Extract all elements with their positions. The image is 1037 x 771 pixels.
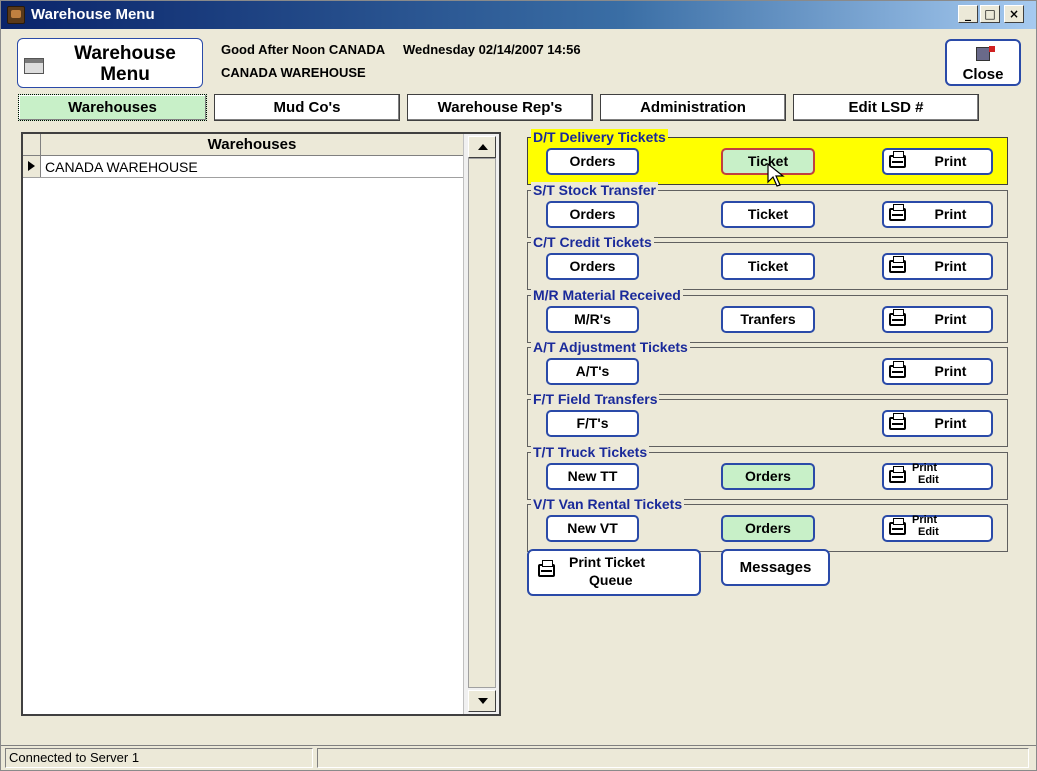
tab-warehouse-reps[interactable]: Warehouse Rep's	[407, 94, 593, 121]
tt-orders-button[interactable]: Orders	[721, 463, 815, 490]
mr-list-button[interactable]: M/R's	[546, 306, 639, 333]
printer-icon	[889, 204, 906, 221]
group-adjustment-tickets: A/T Adjustment Tickets A/T's Print	[527, 339, 1008, 395]
printer-icon	[889, 466, 906, 483]
printer-icon	[889, 256, 906, 273]
dt-orders-button[interactable]: Orders	[546, 148, 639, 175]
scroll-thumb[interactable]	[468, 158, 496, 688]
header-title-line1: Warehouse	[74, 43, 176, 64]
printer-icon	[889, 413, 906, 430]
group-title: A/T Adjustment Tickets	[531, 339, 690, 355]
minimize-button[interactable]: _	[958, 5, 978, 23]
st-ticket-button[interactable]: Ticket	[721, 201, 815, 228]
cell-warehouse-name[interactable]: CANADA WAREHOUSE	[45, 159, 198, 175]
mouse-cursor-icon	[767, 163, 785, 187]
group-title: T/T Truck Tickets	[531, 444, 650, 460]
tab-administration[interactable]: Administration	[600, 94, 786, 121]
printer-icon	[538, 560, 555, 577]
vt-new-button[interactable]: New VT	[546, 515, 639, 542]
status-pane-empty	[317, 748, 1029, 768]
st-orders-button[interactable]: Orders	[546, 201, 639, 228]
mr-transfers-button[interactable]: Tranfers	[721, 306, 815, 333]
tt-new-button[interactable]: New TT	[546, 463, 639, 490]
app-icon	[7, 6, 25, 24]
ft-list-button[interactable]: F/T's	[546, 410, 639, 437]
group-title: F/T Field Transfers	[531, 391, 660, 407]
status-bar: Connected to Server 1	[1, 745, 1036, 770]
printer-icon	[889, 361, 906, 378]
group-credit-tickets: C/T Credit Tickets Orders Ticket Print	[527, 234, 1008, 290]
group-title: D/T Delivery Tickets	[531, 129, 668, 145]
group-title: C/T Credit Tickets	[531, 234, 654, 250]
status-connection-text: Connected to Server 1	[5, 748, 313, 768]
scroll-up-button[interactable]	[468, 136, 496, 158]
tab-mud-cos[interactable]: Mud Co's	[214, 94, 400, 121]
warehouse-menu-header-box: Warehouse Menu	[17, 38, 203, 88]
ct-ticket-button[interactable]: Ticket	[721, 253, 815, 280]
group-title: S/T Stock Transfer	[531, 182, 658, 198]
print-ticket-queue-button[interactable]: Print Ticket Queue	[527, 549, 701, 596]
warehouses-grid[interactable]: Warehouses CANADA WAREHOUSE	[21, 132, 501, 716]
warehouse-menu-window: Warehouse Menu _ □ × Warehouse Menu Good…	[0, 0, 1037, 771]
group-truck-tickets: T/T Truck Tickets New TT Orders Print Ed…	[527, 444, 1008, 500]
row-selector-arrow-icon	[23, 156, 41, 177]
ct-orders-button[interactable]: Orders	[546, 253, 639, 280]
group-field-transfers: F/T Field Transfers F/T's Print	[527, 391, 1008, 447]
grid-header: Warehouses	[23, 134, 463, 156]
tab-edit-lsd[interactable]: Edit LSD #	[793, 94, 979, 121]
printer-icon	[889, 309, 906, 326]
scroll-down-button[interactable]	[468, 690, 496, 712]
date-time: Wednesday 02/14/2007 14:56	[403, 42, 581, 57]
close-button[interactable]: Close	[945, 39, 1021, 86]
group-van-rental-tickets: V/T Van Rental Tickets New VT Orders Pri…	[527, 496, 1008, 552]
exit-door-icon	[976, 46, 995, 61]
title-bar[interactable]: Warehouse Menu _ □ ×	[1, 1, 1036, 29]
greeting-text: Good After Noon CANADA	[221, 42, 386, 57]
st-print-button[interactable]: Print	[882, 201, 993, 228]
mr-print-button[interactable]: Print	[882, 306, 993, 333]
tab-warehouses[interactable]: Warehouses	[18, 94, 207, 121]
table-row[interactable]: CANADA WAREHOUSE	[23, 156, 463, 178]
calendar-icon	[24, 58, 44, 74]
group-material-received: M/R Material Received M/R's Tranfers Pri…	[527, 287, 1008, 343]
ct-print-button[interactable]: Print	[882, 253, 993, 280]
printer-icon	[889, 518, 906, 535]
window-close-button[interactable]: ×	[1004, 5, 1024, 23]
at-print-button[interactable]: Print	[882, 358, 993, 385]
messages-button[interactable]: Messages	[721, 549, 830, 586]
vertical-scrollbar[interactable]	[463, 134, 499, 714]
group-title: M/R Material Received	[531, 287, 683, 303]
column-header-warehouses[interactable]: Warehouses	[41, 136, 463, 153]
tt-print-edit-button[interactable]: Print Edit	[882, 462, 993, 490]
at-list-button[interactable]: A/T's	[546, 358, 639, 385]
header-title-line2: Menu	[100, 64, 150, 85]
vt-orders-button[interactable]: Orders	[721, 515, 815, 542]
group-stock-transfer: S/T Stock Transfer Orders Ticket Print	[527, 182, 1008, 238]
dt-print-button[interactable]: Print	[882, 148, 993, 175]
ft-print-button[interactable]: Print	[882, 410, 993, 437]
printer-icon	[889, 151, 906, 168]
window-title: Warehouse Menu	[31, 6, 155, 23]
group-title: V/T Van Rental Tickets	[531, 496, 685, 512]
maximize-button[interactable]: □	[980, 5, 1000, 23]
grid-corner	[23, 134, 41, 156]
vt-print-edit-button[interactable]: Print Edit	[882, 514, 993, 542]
close-button-label: Close	[962, 66, 1004, 83]
current-warehouse: CANADA WAREHOUSE	[221, 65, 366, 80]
